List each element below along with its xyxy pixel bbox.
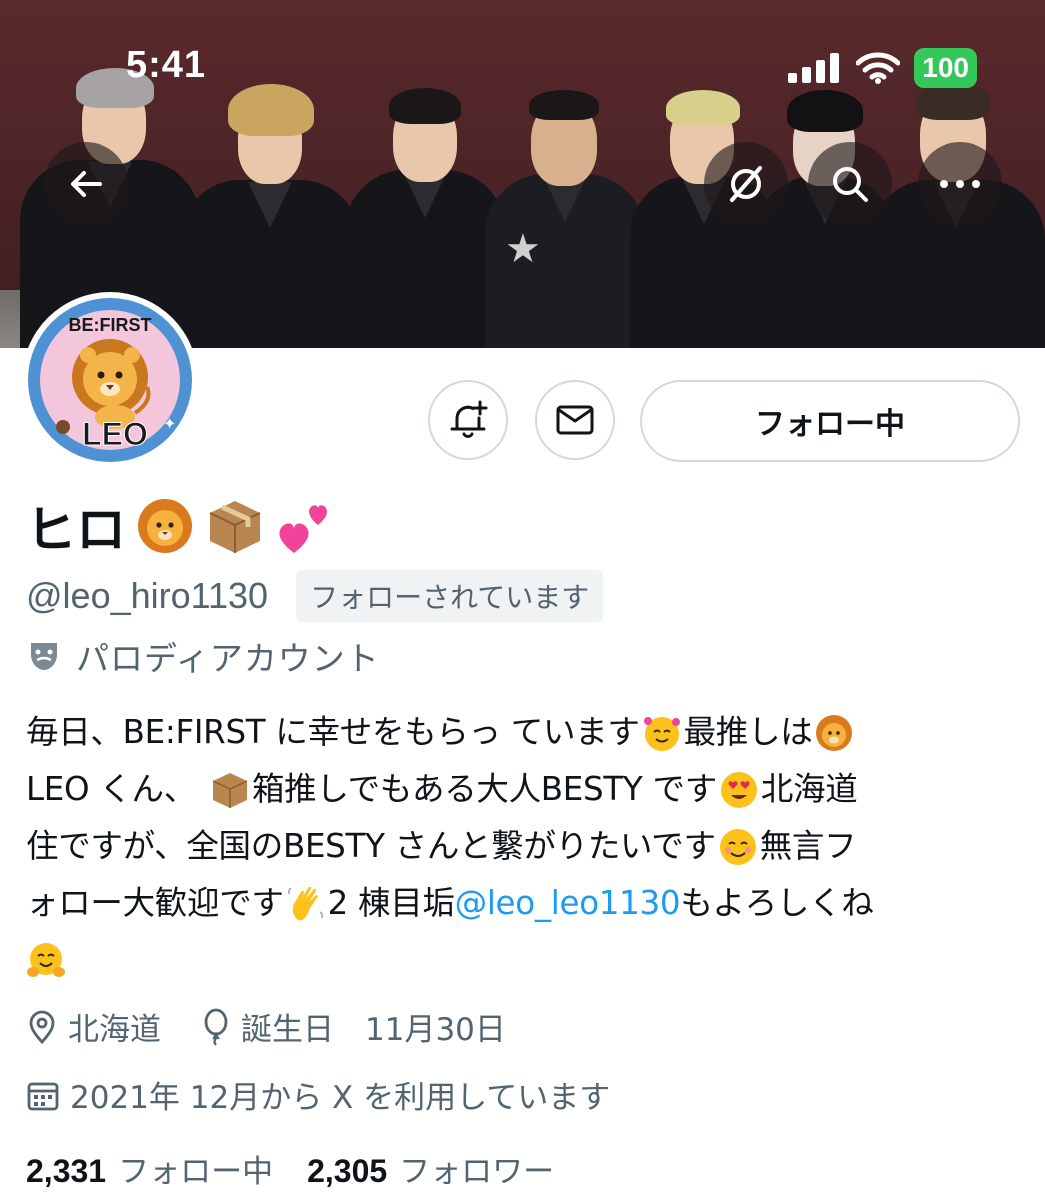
handle-row: @leo_hiro1130 フォローされています [26,570,604,622]
mute-icon [730,166,762,202]
lion-face-emoji [816,714,853,751]
notify-button[interactable] [428,380,508,460]
lion-face-emoji [134,495,196,557]
waving-hand-emoji [287,886,323,920]
bio-line [26,932,1026,989]
paw-icon [56,420,70,434]
parody-label-row[interactable]: パロディアカウント [26,632,380,680]
smiling-hearts-emoji [643,716,680,751]
avatar-bottom-text: LEO [82,416,148,452]
cellular-signal-icon [788,53,840,83]
joined-row: 2021年 12月から X を利用しています [26,1072,610,1117]
theater-mask-icon [31,643,57,670]
bio-text: 北海道 [760,770,858,808]
bio-text: 箱推しでもある大人BESTY です [251,770,717,808]
bio-text: 2 棟目垢 [327,884,455,922]
parody-label: パロディアカウント [76,639,380,678]
back-button[interactable] [44,142,128,226]
sparkle-icon: ✦ [163,414,176,433]
two-hearts-emoji [274,495,336,557]
location-pin-icon [29,1010,55,1044]
joined-text: 2021年 12月から X を利用しています [70,1080,611,1116]
battery-icon: 100 [914,48,977,88]
profile-banner[interactable]: ★ 5:41 100 [0,0,1045,348]
bio-line: 住ですが、全国のBESTY さんと繋がりたいです 無言フ [26,818,1026,875]
bio-line: 毎日、BE:FIRST に幸せをもらっ ています 最推しは [26,704,1026,761]
balloon-icon [204,1008,228,1046]
bio-line: LEO くん、 箱推しでもある大人BESTY です 北海道 [26,761,1026,818]
bio-text: ォロー大歓迎です [26,884,284,922]
bio-text: 最推しは [683,713,813,751]
avatar-badge: BE:FIRST LEO ✦ [28,298,192,462]
avatar-top-text: BE:FIRST [69,315,152,335]
bio-text: 住ですが、全国のBESTY さんと繋がりたいです [26,827,716,865]
following-label[interactable]: フォロー中 [118,1146,273,1191]
followers-count[interactable]: 2,305 [307,1153,387,1190]
bio-line: ォロー大歓迎です 2 棟目垢 @leo_leo1130 もよろしくね [26,875,1026,932]
user-handle: @leo_hiro1130 [26,575,269,616]
status-icons: 100 [788,48,977,88]
wifi-icon [856,52,901,84]
display-name: ヒロ [26,501,126,559]
location-birthday-row: 北海道 誕生日 11月30日 [26,1004,506,1049]
hugging-face-emoji [27,942,65,977]
message-button[interactable] [535,380,615,460]
display-name-row: ヒロ [26,490,336,562]
status-time: 5:41 [126,44,207,86]
bio-text: もよろしくね [680,884,874,922]
followers-label[interactable]: フォロワー [399,1146,554,1191]
arrow-left-icon [71,171,102,197]
mail-icon [556,405,594,435]
bio-text: 毎日、BE:FIRST に幸せをもらっ ています [26,713,640,751]
smiling-face-emoji [719,828,756,865]
bio-text: 無言フ [759,827,857,865]
profile-page: ★ 5:41 100 BE:FIRST LEO ✦ フォロー中 ヒロ @leo_… [0,0,1045,1200]
mention-link[interactable]: @leo_leo1130 [455,875,681,932]
search-icon [833,167,868,202]
birthday-text: 誕生日 11月30日 [241,1012,506,1048]
more-icon [940,180,980,188]
bell-plus-icon [450,400,488,438]
bio-text: LEO くん、 [26,770,196,808]
package-emoji [212,772,248,808]
avatar[interactable]: BE:FIRST LEO ✦ [22,292,198,468]
follows-you-badge: フォローされています [296,570,604,622]
more-button[interactable] [918,142,1002,226]
location-text: 北海道 [68,1012,161,1048]
search-button[interactable] [808,142,892,226]
profile-bio: 毎日、BE:FIRST に幸せをもらっ ています 最推しは LEO くん、 箱推 [26,704,1026,989]
following-count[interactable]: 2,331 [26,1153,106,1190]
following-button[interactable]: フォロー中 [640,380,1020,462]
mute-button[interactable] [704,142,788,226]
heart-eyes-emoji [720,771,757,808]
package-emoji [204,495,266,557]
lion-avatar-image: BE:FIRST LEO ✦ [40,310,180,453]
follow-counts: 2,331 フォロー中 2,305 フォロワー [26,1146,588,1191]
calendar-icon [27,1082,59,1110]
